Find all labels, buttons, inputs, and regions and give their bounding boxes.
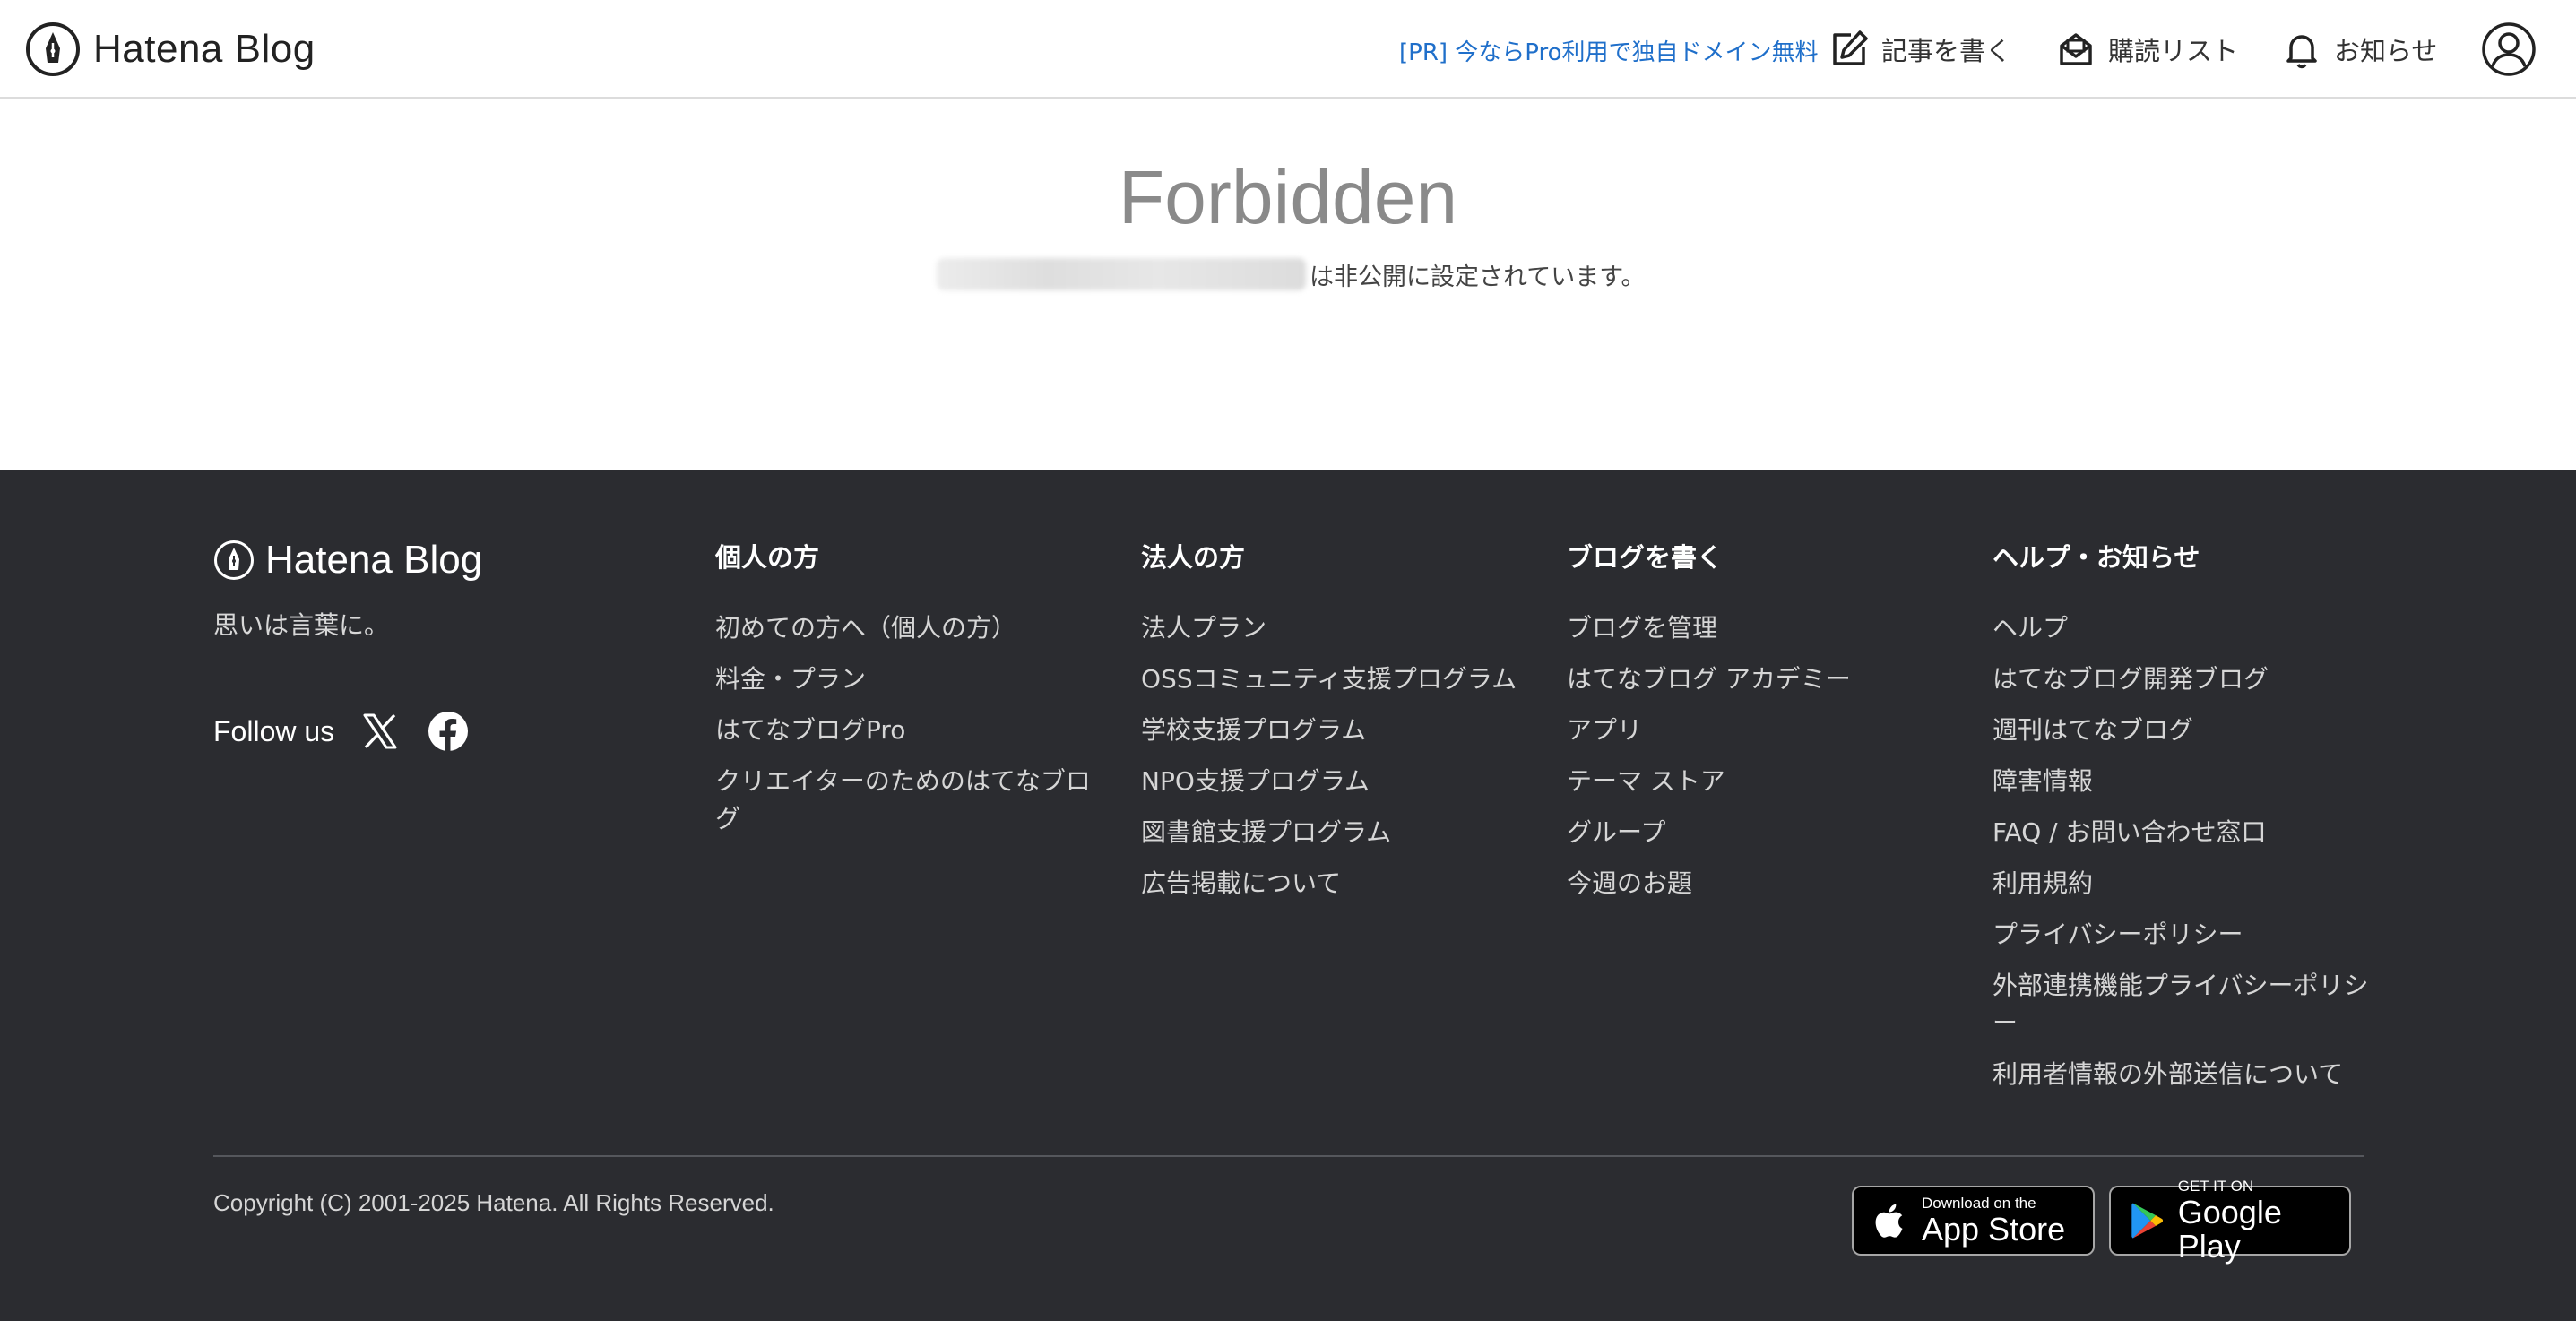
footer-link[interactable]: FAQ / お問い合わせ窓口 — [1993, 814, 2369, 851]
follow-us-label: Follow us — [213, 714, 335, 747]
footer-link[interactable]: 外部連携機能プライバシーポリシー — [1993, 967, 2369, 1042]
error-title: Forbidden — [1118, 155, 1458, 239]
footer-column-business: 法人の方 法人プラン OSSコミュニティ支援プログラム 学校支援プログラム NP… — [1141, 538, 1553, 916]
footer-link[interactable]: クリエイターのためのはてなブログ — [715, 763, 1110, 838]
pen-nib-logo-icon — [214, 540, 254, 580]
footer-link[interactable]: NPO支援プログラム — [1141, 763, 1553, 800]
pen-nib-logo-icon — [26, 22, 80, 76]
footer-logo-text: Hatena Blog — [265, 538, 483, 582]
notifications-label: お知らせ — [2334, 36, 2438, 66]
top-navigation-bar: Hatena Blog [PR] 今ならPro利用で独自ドメイン無料 記事を書く… — [0, 0, 2576, 99]
redacted-blog-name — [937, 258, 1306, 290]
footer-hatena-blog-logo[interactable]: Hatena Blog — [213, 538, 482, 583]
write-article-label: 記事を書く — [1881, 36, 2012, 66]
app-store-small-text: Download on the — [1922, 1195, 2036, 1212]
google-play-big-text: Google Play — [2177, 1194, 2282, 1265]
google-play-small-text: GET IT ON — [2177, 1178, 2254, 1195]
footer-column-personal: 個人の方 初めての方へ（個人の方） 料金・プラン はてなブログPro クリエイタ… — [715, 538, 1110, 851]
footer-link[interactable]: 今週のお題 — [1567, 865, 1961, 902]
footer-link[interactable]: ヘルプ — [1993, 609, 2369, 647]
pr-promo-link[interactable]: [PR] 今ならPro利用で独自ドメイン無料 — [1399, 34, 1819, 67]
footer-column-write: ブログを書く ブログを管理 はてなブログ アカデミー アプリ テーマ ストア グ… — [1567, 538, 1961, 916]
copyright: Copyright (C) 2001-2025 Hatena. All Righ… — [213, 1189, 774, 1216]
google-play-badge[interactable]: GET IT ON Google Play — [2109, 1178, 2351, 1264]
error-message: は非公開に設定されています。 — [1310, 263, 1646, 291]
bell-icon — [2286, 35, 2317, 69]
footer-heading-help: ヘルプ・お知らせ — [1993, 542, 2200, 573]
follow-us: Follow us — [213, 704, 496, 758]
x-icon[interactable] — [359, 711, 401, 752]
footer-link[interactable]: 週刊はてなブログ — [1993, 712, 2369, 749]
footer-divider — [213, 1155, 2364, 1157]
footer-link[interactable]: 初めての方へ（個人の方） — [715, 609, 1110, 647]
notifications-button[interactable]: お知らせ — [2280, 25, 2437, 73]
footer-link[interactable]: 図書館支援プログラム — [1141, 814, 1553, 851]
footer-tagline: 思いは言葉に。 — [213, 610, 390, 640]
google-play-icon — [2131, 1203, 2164, 1239]
footer-link[interactable]: プライバシーポリシー — [1993, 916, 2369, 954]
footer-heading-business: 法人の方 — [1141, 542, 1246, 573]
apple-icon — [1875, 1204, 1903, 1238]
inbox-icon — [2060, 33, 2092, 65]
footer-link[interactable]: アプリ — [1567, 712, 1961, 749]
facebook-icon[interactable] — [428, 711, 469, 752]
footer-link[interactable]: はてなブログ アカデミー — [1567, 660, 1961, 698]
footer-link[interactable]: テーマ ストア — [1567, 763, 1961, 800]
footer-heading-personal: 個人の方 — [715, 542, 820, 573]
error-message-line: は非公開に設定されています。 — [937, 256, 1646, 292]
app-store-big-text: App Store — [1922, 1211, 2066, 1248]
footer-link[interactable]: 学校支援プログラム — [1141, 712, 1553, 749]
subscription-list-button[interactable]: 購読リスト — [2054, 25, 2238, 73]
footer-link[interactable]: はてなブログPro — [715, 712, 1110, 749]
footer: Hatena Blog 思いは言葉に。 Follow us 個人の方 初めての方… — [0, 470, 2576, 1321]
footer-link[interactable]: グループ — [1567, 814, 1961, 851]
footer-link[interactable]: 料金・プラン — [715, 660, 1110, 698]
footer-link[interactable]: ブログを管理 — [1567, 609, 1961, 647]
footer-link[interactable]: 法人プラン — [1141, 609, 1553, 647]
footer-link[interactable]: 利用者情報の外部送信について — [1993, 1056, 2369, 1093]
footer-column-help: ヘルプ・お知らせ ヘルプ はてなブログ開発ブログ 週刊はてなブログ 障害情報 F… — [1993, 538, 2369, 1107]
app-store-badge[interactable]: Download on the App Store — [1852, 1186, 2095, 1256]
footer-link[interactable]: 広告掲載について — [1141, 865, 1553, 902]
main-content: Forbidden は非公開に設定されています。 — [0, 99, 2576, 470]
write-article-button[interactable]: 記事を書く — [1828, 25, 2011, 73]
footer-link[interactable]: 利用規約 — [1993, 865, 2369, 902]
logo-text: Hatena Blog — [93, 27, 316, 71]
edit-icon — [1833, 30, 1868, 65]
footer-link[interactable]: OSSコミュニティ支援プログラム — [1141, 660, 1553, 698]
user-avatar-icon[interactable] — [2481, 22, 2537, 77]
footer-link[interactable]: 障害情報 — [1993, 763, 2369, 800]
footer-link[interactable]: はてなブログ開発ブログ — [1993, 660, 2369, 698]
subscription-list-label: 購読リスト — [2108, 36, 2239, 66]
footer-heading-write: ブログを書く — [1567, 542, 1724, 573]
hatena-blog-logo[interactable]: Hatena Blog — [25, 22, 316, 77]
